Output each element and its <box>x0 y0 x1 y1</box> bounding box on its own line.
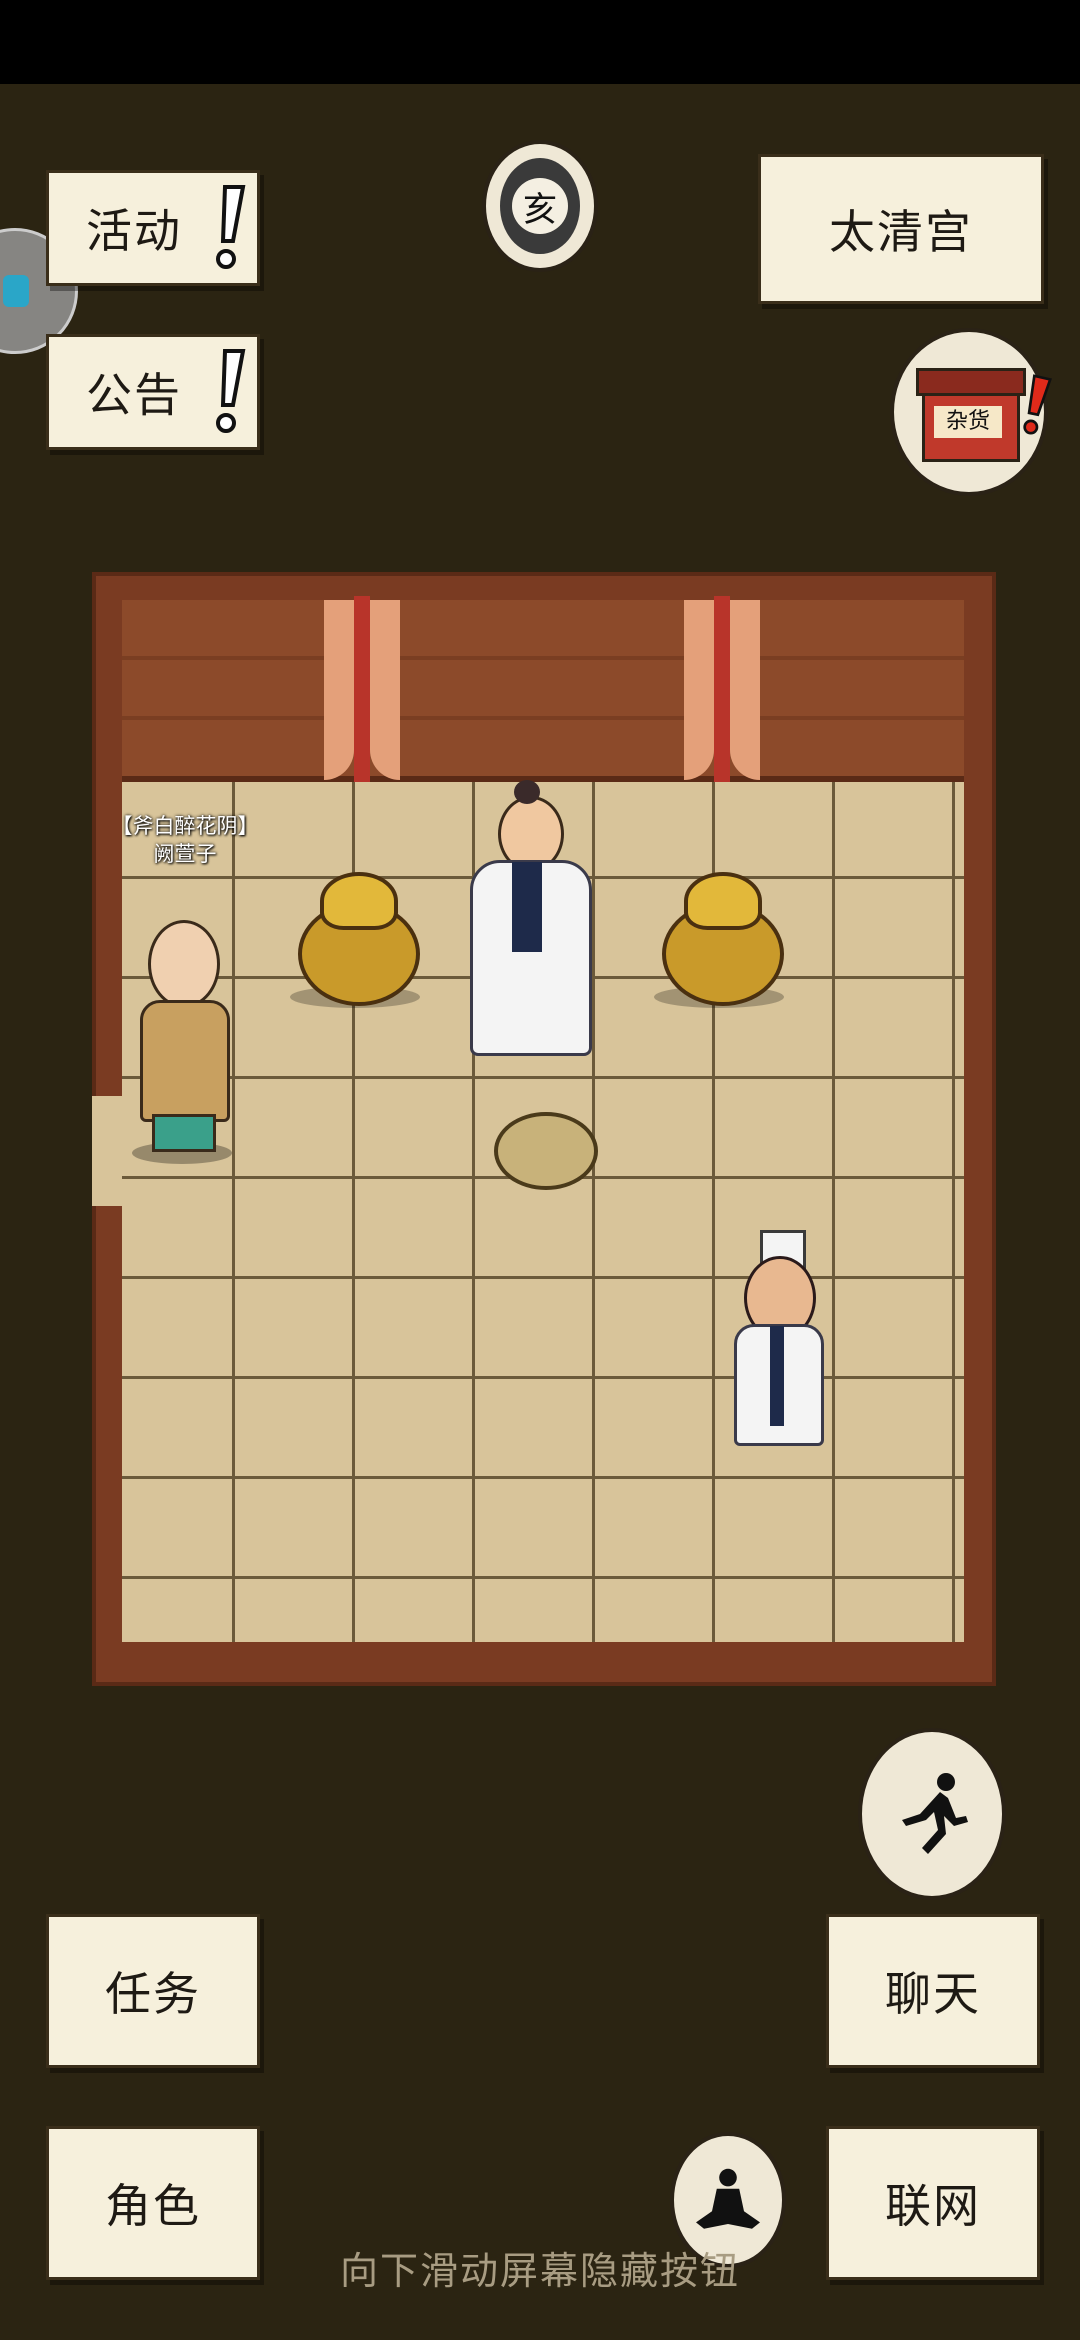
player-character[interactable] <box>726 1230 826 1470</box>
exclamation-icon <box>216 185 246 269</box>
location-label: 太清宫 <box>829 205 973 259</box>
alert-icon <box>1023 374 1052 435</box>
doorway <box>92 1096 122 1206</box>
meditation-cushion[interactable] <box>494 1112 598 1190</box>
time-badge-label: 亥 <box>512 178 568 234</box>
chat-button[interactable]: 聊天 <box>826 1914 1040 2068</box>
role-button-label: 角色 <box>105 2179 201 2233</box>
shop-icon[interactable]: 杂货 <box>890 328 1054 496</box>
npc-monk[interactable] <box>132 920 232 1164</box>
activity-button[interactable]: 活动 <box>46 170 260 286</box>
run-icon[interactable] <box>858 1728 1006 1900</box>
location-button[interactable]: 太清宫 <box>758 154 1044 304</box>
incense-burner-right <box>644 866 794 1016</box>
npc-name: 阙萱子 <box>153 842 217 866</box>
curtain-right <box>684 596 760 786</box>
meditator-glyph <box>696 2168 760 2229</box>
runner-glyph <box>902 1773 968 1854</box>
npc-title: 【斧白醉花阴】 <box>111 814 259 838</box>
network-button-label: 联网 <box>885 2179 981 2233</box>
room-wall <box>122 600 964 782</box>
taoist-master-npc[interactable] <box>456 780 596 1060</box>
task-button-label: 任务 <box>105 1967 201 2021</box>
game-scene[interactable]: 【斧白醉花阴】 阙萱子 <box>92 572 996 1686</box>
clock-badge-icon[interactable]: 亥 <box>482 140 598 272</box>
chat-button-label: 聊天 <box>885 1967 981 2021</box>
task-button[interactable]: 任务 <box>46 1914 260 2068</box>
swipe-hint: 向下滑动屏幕隐藏按钮 <box>339 2249 740 2293</box>
exclamation-icon <box>216 349 246 433</box>
notice-button-label: 公告 <box>86 368 182 422</box>
activity-button-label: 活动 <box>86 204 182 258</box>
notice-button[interactable]: 公告 <box>46 334 260 450</box>
status-bar <box>0 0 1080 84</box>
incense-burner-left <box>280 866 430 1016</box>
curtain-left <box>324 596 400 786</box>
shop-sign-label: 杂货 <box>934 406 1002 438</box>
